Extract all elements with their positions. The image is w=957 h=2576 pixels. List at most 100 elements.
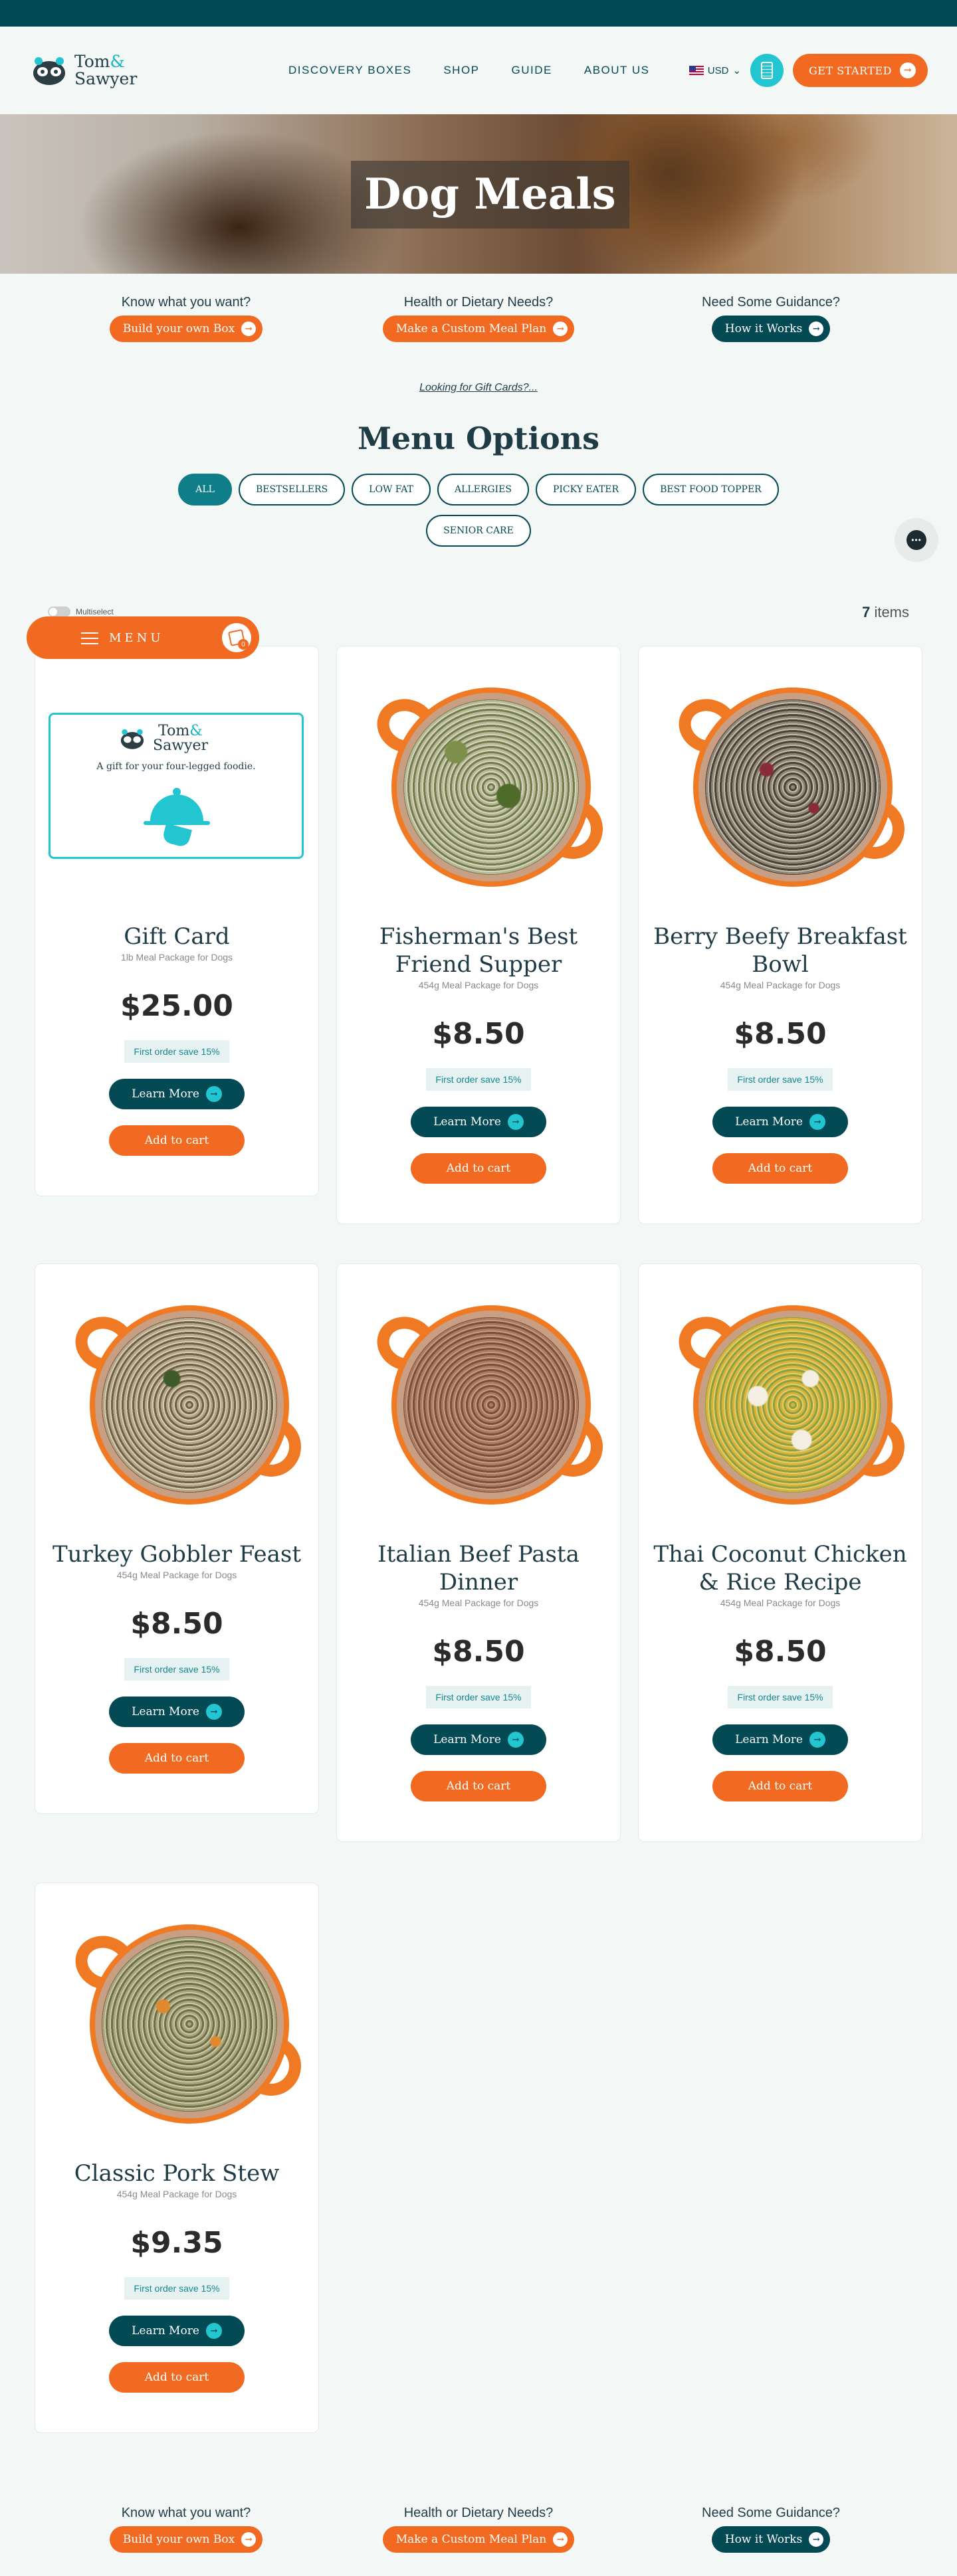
nav-shop[interactable]: SHOP (443, 64, 479, 77)
arrow-right-icon: → (809, 1114, 825, 1130)
filter-senior-care[interactable]: SENIOR CARE (426, 515, 531, 547)
product-card-turkey-gobbler: Turkey Gobbler Feast 454g Meal Package f… (35, 1263, 319, 1814)
build-box-button[interactable]: Build your own Box → (109, 2526, 263, 2553)
guide-links-top: Know what you want? Build your own Box →… (0, 274, 957, 342)
learn-more-button[interactable]: Learn More → (411, 1724, 546, 1755)
nav-guide[interactable]: GUIDE (512, 64, 552, 77)
product-name[interactable]: Fisherman's Best Friend Supper (337, 923, 620, 978)
toggle-switch-icon (48, 606, 70, 617)
product-image[interactable] (639, 1264, 922, 1540)
build-box-button[interactable]: Build your own Box → (109, 316, 263, 342)
product-card-fishermans-supper: Fisherman's Best Friend Supper 454g Meal… (336, 646, 621, 1224)
add-to-cart-button[interactable]: Add to cart (411, 1771, 546, 1801)
product-name[interactable]: Italian Beef Pasta Dinner (337, 1540, 620, 1596)
floating-menu-button[interactable]: MENU 0 (27, 616, 259, 659)
chat-icon: ••• (906, 530, 926, 550)
filter-all[interactable]: ALL (178, 474, 232, 506)
guide-build-box: Know what you want? Build your own Box → (73, 295, 299, 342)
learn-more-button[interactable]: Learn More → (109, 1697, 245, 1727)
discount-badge: First order save 15% (426, 1686, 531, 1708)
discount-badge: First order save 15% (124, 1658, 229, 1681)
product-card-italian-beef-pasta: Italian Beef Pasta Dinner 454g Meal Pack… (336, 1263, 621, 1842)
build-box-label: Build your own Box (122, 2533, 235, 2546)
learn-more-label: Learn More (433, 1733, 501, 1746)
multiselect-toggle[interactable]: Multiselect (48, 606, 114, 617)
discount-badge: First order save 15% (728, 1068, 833, 1091)
add-to-cart-button[interactable]: Add to cart (411, 1153, 546, 1184)
learn-more-button[interactable]: Learn More → (712, 1107, 848, 1137)
chat-launcher-button[interactable]: ••• (895, 518, 938, 562)
product-name[interactable]: Berry Beefy Breakfast Bowl (639, 923, 922, 978)
product-card-classic-pork-stew: Classic Pork Stew 454g Meal Package for … (35, 1883, 319, 2433)
add-to-cart-button[interactable]: Add to cart (712, 1771, 848, 1801)
how-it-works-button[interactable]: How it Works → (711, 2526, 831, 2553)
menu-options-heading: Menu Options (357, 420, 600, 456)
meal-pan-image (68, 1923, 306, 2124)
cart-button[interactable]: 0 (222, 623, 251, 652)
learn-more-button[interactable]: Learn More → (109, 1079, 245, 1109)
learn-more-label: Learn More (132, 1705, 199, 1718)
guide-question: Know what you want? (121, 295, 251, 310)
hero-banner: Dog Meals (0, 114, 957, 274)
nav-discovery-boxes[interactable]: DISCOVERY BOXES (288, 64, 411, 77)
filter-allergies[interactable]: ALLERGIES (437, 474, 529, 506)
filter-low-fat[interactable]: LOW FAT (352, 474, 431, 506)
product-image[interactable] (337, 646, 620, 923)
learn-more-label: Learn More (132, 2324, 199, 2338)
learn-more-label: Learn More (735, 1733, 803, 1746)
custom-meal-plan-button[interactable]: Make a Custom Meal Plan → (382, 316, 575, 342)
add-to-cart-button[interactable]: Add to cart (109, 2362, 245, 2393)
product-name[interactable]: Classic Pork Stew (35, 2160, 318, 2187)
product-name[interactable]: Turkey Gobbler Feast (35, 1540, 318, 1568)
filter-picky-eater[interactable]: PICKY EATER (535, 474, 637, 506)
meal-pan-image (370, 686, 608, 887)
custom-meal-plan-button[interactable]: Make a Custom Meal Plan → (382, 2526, 575, 2553)
main-nav: DISCOVERY BOXES SHOP GUIDE ABOUT US (288, 64, 649, 77)
product-subtitle: 454g Meal Package for Dogs (116, 1570, 237, 1580)
product-name[interactable]: Gift Card (35, 923, 318, 951)
build-box-label: Build your own Box (122, 322, 235, 335)
learn-more-button[interactable]: Learn More → (712, 1724, 848, 1755)
gift-card-image: Tom& Sawyer A gift for your four-legged … (49, 713, 304, 859)
learn-more-button[interactable]: Learn More → (411, 1107, 546, 1137)
currency-selector[interactable]: USD ⌄ (689, 64, 741, 76)
product-image[interactable] (35, 1264, 318, 1540)
product-price: $8.50 (734, 1017, 827, 1051)
menu-label: MENU (109, 630, 164, 645)
product-image[interactable] (639, 646, 922, 923)
gift-cards-link[interactable]: Looking for Gift Cards?... (0, 382, 957, 394)
nav-about-us[interactable]: ABOUT US (584, 64, 650, 77)
product-price: $8.50 (432, 1017, 525, 1051)
how-it-works-label: How it Works (724, 2533, 803, 2546)
arrow-right-icon: → (241, 2532, 257, 2547)
product-subtitle: 454g Meal Package for Dogs (418, 1598, 539, 1608)
discount-badge: First order save 15% (124, 2277, 229, 2300)
currency-label: USD (707, 64, 729, 76)
custom-meal-plan-label: Make a Custom Meal Plan (395, 322, 547, 335)
filter-best-food-topper[interactable]: BEST FOOD TOPPER (643, 474, 779, 506)
arrow-right-icon: → (507, 1114, 524, 1130)
product-image[interactable] (337, 1264, 620, 1540)
guide-custom-plan: Health or Dietary Needs? Make a Custom M… (366, 2506, 591, 2553)
get-started-button[interactable]: GET STARTED → (793, 54, 928, 87)
custom-meal-plan-label: Make a Custom Meal Plan (395, 2533, 547, 2546)
items-count-label: items (874, 604, 909, 620)
product-image[interactable] (35, 1883, 318, 2160)
add-to-cart-button[interactable]: Add to cart (712, 1153, 848, 1184)
arrow-right-icon: → (507, 1732, 524, 1748)
product-name[interactable]: Thai Coconut Chicken & Rice Recipe (639, 1540, 922, 1596)
product-price: $8.50 (130, 1607, 223, 1641)
add-to-cart-button[interactable]: Add to cart (109, 1743, 245, 1774)
brand-logo[interactable]: Tom& Sawyer (29, 52, 229, 89)
page-title: Dog Meals (351, 161, 629, 229)
filter-bestsellers[interactable]: BESTSELLERS (238, 474, 346, 506)
product-image[interactable]: Tom& Sawyer A gift for your four-legged … (35, 646, 318, 923)
how-it-works-button[interactable]: How it Works → (711, 316, 831, 342)
add-to-cart-button[interactable]: Add to cart (109, 1125, 245, 1156)
guide-how-it-works: Need Some Guidance? How it Works → (658, 295, 884, 342)
guide-question: Health or Dietary Needs? (403, 2506, 554, 2520)
product-subtitle: 454g Meal Package for Dogs (116, 2189, 237, 2199)
learn-more-button[interactable]: Learn More → (109, 2316, 245, 2346)
calculator-icon (761, 62, 774, 79)
calculator-button[interactable] (750, 54, 784, 87)
